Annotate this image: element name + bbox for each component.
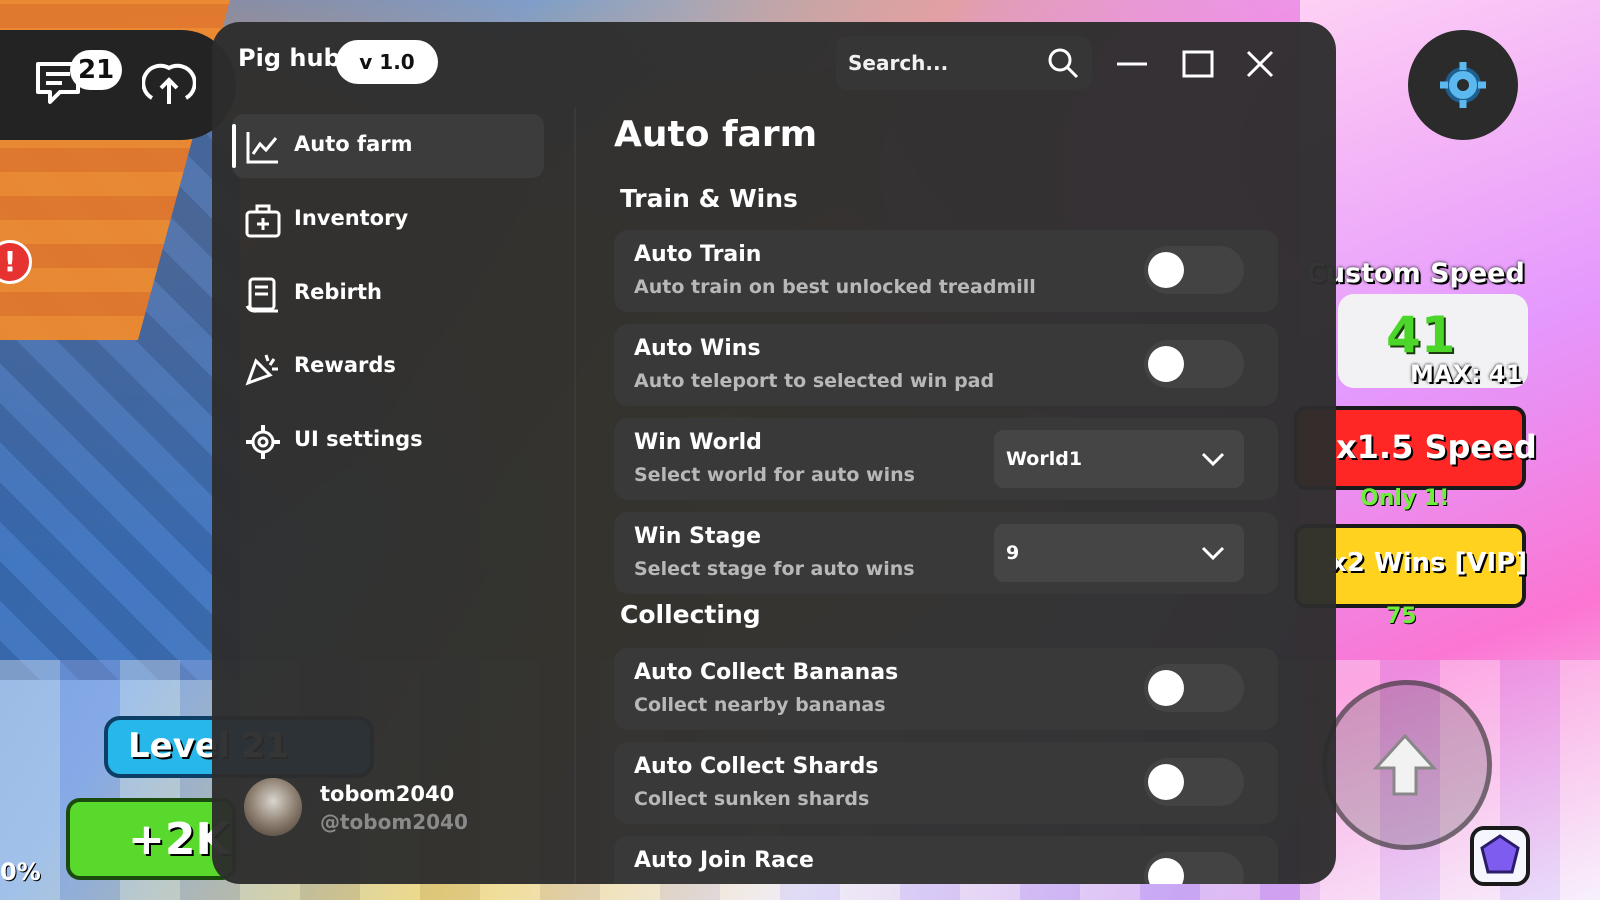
toggle-knob — [1148, 252, 1184, 288]
option-auto-collect-bananas: Auto Collect Bananas Collect nearby bana… — [614, 648, 1278, 730]
option-auto-collect-shards: Auto Collect Shards Collect sunken shard… — [614, 742, 1278, 824]
option-win-world: Win World Select world for auto wins Wor… — [614, 418, 1278, 500]
nav-label: Auto farm — [294, 132, 413, 156]
option-title: Auto Wins — [634, 336, 761, 361]
dropdown-value: World1 — [1006, 448, 1083, 470]
toggle-knob — [1148, 764, 1184, 800]
section-title-collecting: Collecting — [620, 600, 761, 629]
nav-label: Inventory — [294, 206, 409, 230]
option-description: Collect sunken shards — [634, 788, 870, 810]
nav-item-rewards[interactable]: Rewards — [232, 335, 544, 399]
option-title: Auto Join Race — [634, 848, 814, 873]
minimize-icon[interactable] — [1114, 46, 1150, 82]
chat-badge: 21 — [70, 50, 123, 90]
gear-icon — [246, 425, 280, 459]
option-auto-wins: Auto Wins Auto teleport to selected win … — [614, 324, 1278, 406]
speed-offer-price: Only 1! — [1360, 486, 1450, 511]
option-auto-join-race: Auto Join Race — [614, 836, 1278, 884]
custom-speed-max: MAX: 41 — [1410, 360, 1523, 388]
wins-offer-label: x2 Wins [VIP] — [1330, 548, 1528, 578]
auto-join-race-toggle[interactable] — [1144, 852, 1244, 884]
hub-title: Pig hub — [238, 44, 341, 72]
gem-button[interactable] — [1470, 826, 1530, 886]
close-icon[interactable] — [1242, 46, 1278, 82]
version-badge: v 1.0 — [336, 40, 438, 84]
auto-collect-shards-toggle[interactable] — [1144, 758, 1244, 806]
party-popper-icon — [245, 354, 278, 386]
option-title: Auto Train — [634, 242, 762, 267]
user-handle: @tobom2040 — [320, 810, 468, 834]
gem-icon — [1480, 834, 1520, 874]
nav-item-rebirth[interactable]: Rebirth — [232, 262, 544, 326]
dropdown-value: 9 — [1006, 542, 1020, 564]
toggle-knob — [1148, 346, 1184, 382]
nav-label: Rebirth — [294, 280, 382, 304]
option-description: Collect nearby bananas — [634, 694, 886, 716]
option-description: Select world for auto wins — [634, 464, 915, 486]
toggle-knob — [1148, 858, 1184, 884]
nav-label: Rewards — [294, 353, 396, 377]
auto-wins-toggle[interactable] — [1144, 340, 1244, 388]
wins-offer-price: 75 — [1386, 604, 1417, 629]
chart-line-icon — [246, 132, 278, 164]
page-title: Auto farm — [614, 114, 818, 155]
custom-speed-value: 41 — [1386, 306, 1456, 364]
scroll-icon — [245, 277, 278, 313]
chevron-down-icon — [1201, 546, 1225, 561]
option-title: Win World — [634, 430, 762, 455]
option-title: Win Stage — [634, 524, 762, 549]
active-indicator — [232, 124, 236, 168]
briefcase-icon — [245, 204, 281, 238]
search-input[interactable] — [848, 46, 1038, 80]
option-description: Auto train on best unlocked treadmill — [634, 276, 1036, 298]
hub-window: Pig hub v 1.0 Auto farm Inventor — [212, 22, 1336, 884]
option-description: Select stage for auto wins — [634, 558, 915, 580]
option-win-stage: Win Stage Select stage for auto wins 9 — [614, 512, 1278, 594]
nav-label: UI settings — [294, 427, 423, 451]
user-name: tobom2040 — [320, 782, 455, 806]
gear-icon — [1440, 62, 1486, 108]
game-settings-button[interactable] — [1408, 30, 1518, 140]
option-title: Auto Collect Shards — [634, 754, 879, 779]
nav-item-inventory[interactable]: Inventory — [232, 188, 544, 252]
sidebar-divider — [574, 108, 576, 884]
section-title-train-wins: Train & Wins — [620, 184, 798, 213]
emote-button[interactable] — [141, 58, 197, 112]
arrow-up-icon — [1372, 733, 1438, 796]
maximize-icon[interactable] — [1180, 46, 1216, 82]
chevron-down-icon — [1201, 452, 1225, 467]
search-icon[interactable] — [1046, 46, 1080, 80]
nav-item-auto-farm[interactable]: Auto farm — [232, 114, 544, 178]
option-title: Auto Collect Bananas — [634, 660, 899, 685]
speed-offer-label: x1.5 Speed — [1336, 428, 1537, 466]
progress-percent: 0% — [0, 858, 41, 886]
nav-item-ui-settings[interactable]: UI settings — [232, 409, 544, 473]
toggle-knob — [1148, 670, 1184, 706]
win-stage-dropdown[interactable]: 9 — [994, 524, 1244, 582]
option-description: Auto teleport to selected win pad — [634, 370, 995, 392]
avatar — [244, 778, 302, 836]
upload-cloud-icon — [141, 63, 197, 104]
option-auto-train: Auto Train Auto train on best unlocked t… — [614, 230, 1278, 312]
win-world-dropdown[interactable]: World1 — [994, 430, 1244, 488]
search-box[interactable] — [836, 36, 1092, 90]
custom-speed-title: Custom Speed — [1306, 258, 1525, 289]
auto-train-toggle[interactable] — [1144, 246, 1244, 294]
auto-collect-bananas-toggle[interactable] — [1144, 664, 1244, 712]
